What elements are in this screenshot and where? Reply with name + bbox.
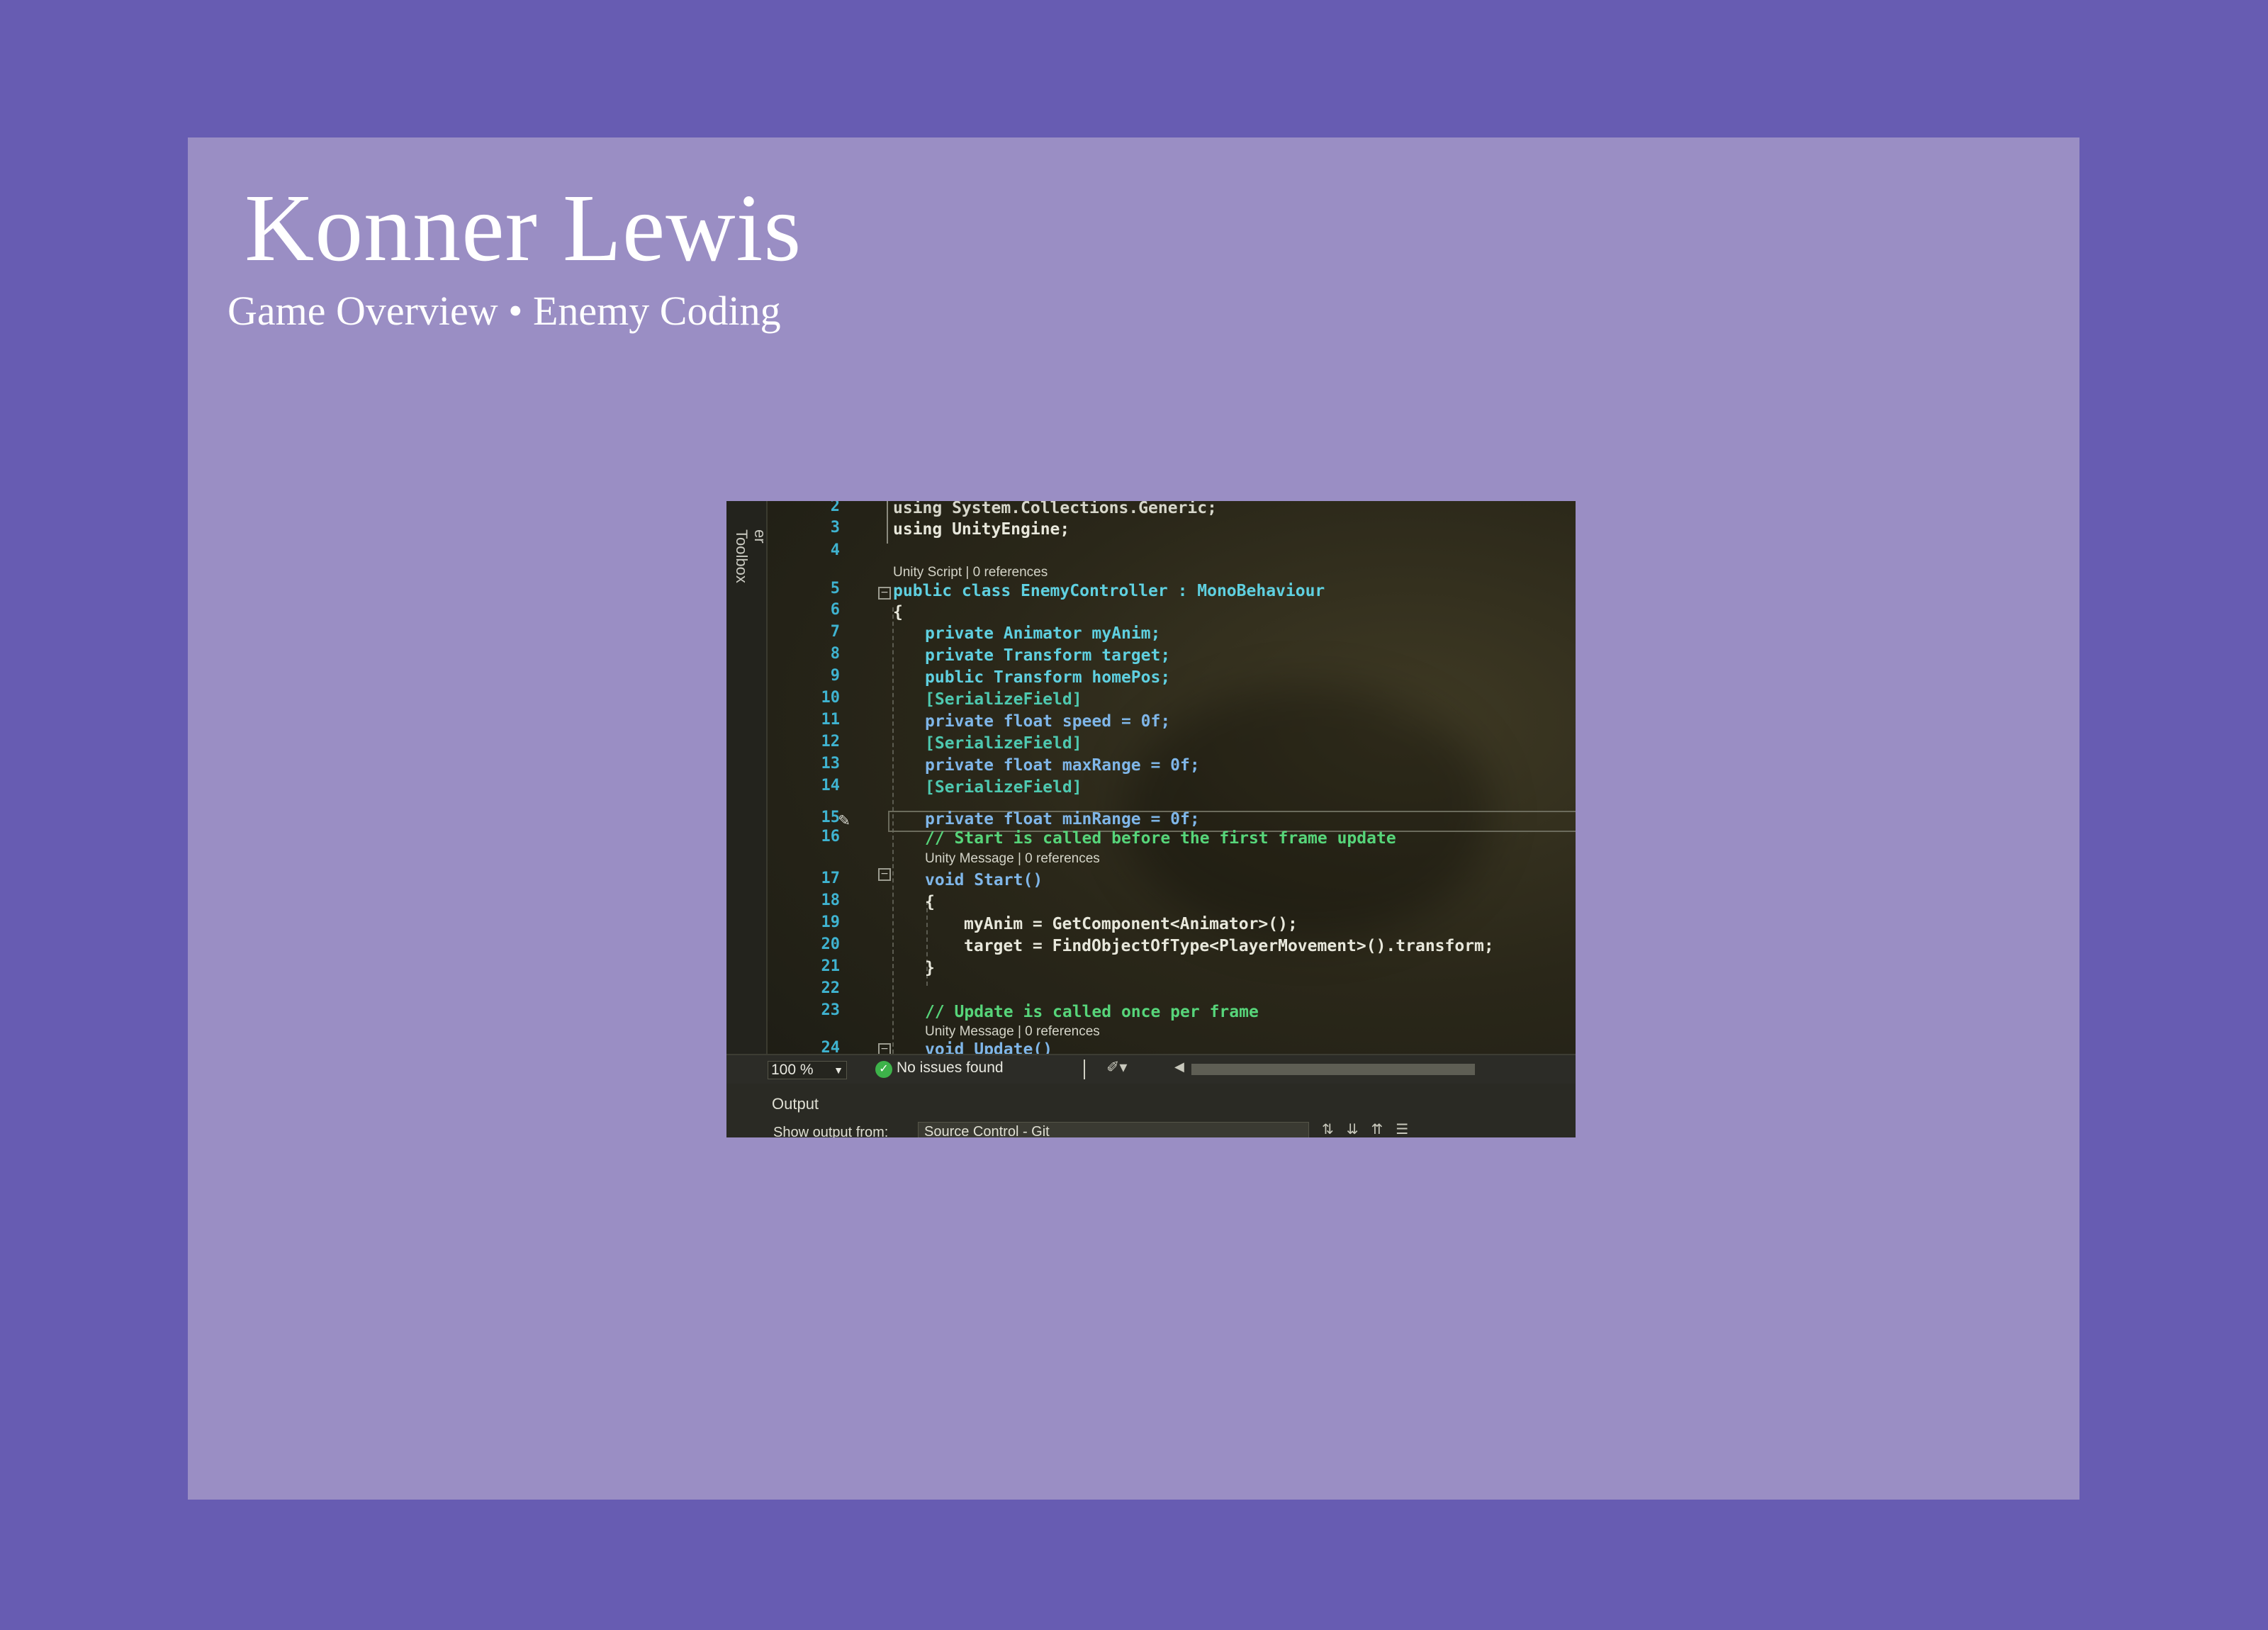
line-number: 14 (821, 777, 841, 794)
slide-subtitle: Game Overview • Enemy Coding (228, 288, 781, 334)
line-number: 15 (821, 809, 841, 826)
line-number: 7 (830, 623, 840, 641)
line-number: 13 (821, 755, 841, 772)
output-title: Output (772, 1095, 819, 1113)
code-line: void Start() (925, 871, 1043, 889)
code-line: { (925, 893, 935, 911)
line-number: 10 (821, 689, 841, 707)
code-editor[interactable]: ✎ − − − 2 3 4 5 6 7 8 9 10 11 12 13 14 1… (726, 501, 1576, 1061)
code-line: myAnim = GetComponent<Animator>(); (964, 915, 1298, 933)
chevron-down-icon: ▼ (833, 1064, 843, 1076)
line-number: 12 (821, 733, 841, 751)
code-line: private Transform target; (925, 646, 1171, 665)
zoom-dropdown[interactable]: 100 % ▼ (768, 1061, 847, 1079)
line-number: 3 (830, 519, 840, 536)
code-line: [SerializeField] (925, 778, 1082, 797)
indent-guide-using (887, 501, 888, 544)
line-number: 18 (821, 892, 841, 909)
code-line: { (893, 603, 903, 622)
code-line: private float speed = 0f; (925, 712, 1171, 731)
pencil-icon[interactable]: ✎ (838, 810, 850, 830)
output-source-value: Source Control - Git (924, 1124, 1050, 1137)
code-line: private float maxRange = 0f; (925, 756, 1200, 775)
code-line: private float minRange = 0f; (925, 810, 1200, 828)
line-number: 22 (821, 979, 841, 997)
codelens-start[interactable]: Unity Message | 0 references (925, 851, 1100, 867)
line-number: 11 (821, 711, 841, 729)
codelens-update[interactable]: Unity Message | 0 references (925, 1024, 1100, 1040)
output-source-dropdown[interactable]: Source Control - Git (918, 1122, 1309, 1137)
line-number: 16 (821, 828, 841, 845)
code-line: public Transform homePos; (925, 668, 1171, 687)
editor-status-bar: 100 % ▼ ✓ No issues found ✐▾ ◀ (726, 1054, 1576, 1084)
code-line: using System.Collections.Generic; (893, 501, 1217, 517)
line-number: 6 (830, 601, 840, 619)
slide-title: Konner Lewis (245, 175, 802, 281)
line-number: 2 (830, 501, 840, 515)
line-number: 23 (821, 1001, 841, 1019)
horizontal-scrollbar[interactable] (1191, 1064, 1475, 1075)
output-panel: Output Show output from: Source Control … (726, 1084, 1576, 1137)
line-number: 21 (821, 957, 841, 975)
slide-panel: Konner Lewis Game Overview • Enemy Codin… (188, 137, 2079, 1500)
code-line: target = FindObjectOfType<PlayerMovement… (964, 937, 1494, 955)
collapse-icon[interactable]: − (878, 587, 891, 600)
code-line: } (925, 959, 935, 977)
status-divider (1084, 1060, 1085, 1079)
show-output-label: Show output from: (773, 1125, 889, 1137)
code-screenshot-photo: er Toolbox ✎ − − − 2 3 4 5 6 7 8 9 10 11 (726, 501, 1576, 1137)
issues-status[interactable]: No issues found (897, 1060, 1004, 1077)
collapse-icon[interactable]: − (878, 868, 891, 881)
line-number: 19 (821, 914, 841, 931)
code-comment: // Start is called before the first fram… (925, 829, 1396, 848)
indent-guide-class (892, 607, 894, 1061)
code-line: [SerializeField] (925, 734, 1082, 753)
line-number: 4 (830, 541, 840, 559)
line-number: 17 (821, 870, 841, 887)
line-number: 5 (830, 580, 840, 597)
code-line: [SerializeField] (925, 690, 1082, 709)
line-number: 8 (830, 645, 840, 663)
chevron-left-icon[interactable]: ◀ (1174, 1060, 1184, 1074)
line-number: 20 (821, 935, 841, 953)
output-toolbar-icons[interactable]: ⇅⇊⇈☰ (1322, 1120, 1421, 1137)
code-line: private Animator myAnim; (925, 624, 1161, 643)
zoom-level: 100 % (771, 1062, 814, 1078)
codelens-class[interactable]: Unity Script | 0 references (893, 565, 1048, 580)
brush-icon[interactable]: ✐▾ (1106, 1058, 1127, 1077)
code-line: using UnityEngine; (893, 520, 1070, 539)
code-line: public class EnemyController : MonoBehav… (893, 582, 1325, 600)
line-number: 9 (830, 667, 840, 685)
check-circle-icon: ✓ (875, 1061, 892, 1078)
code-comment: // Update is called once per frame (925, 1003, 1259, 1021)
